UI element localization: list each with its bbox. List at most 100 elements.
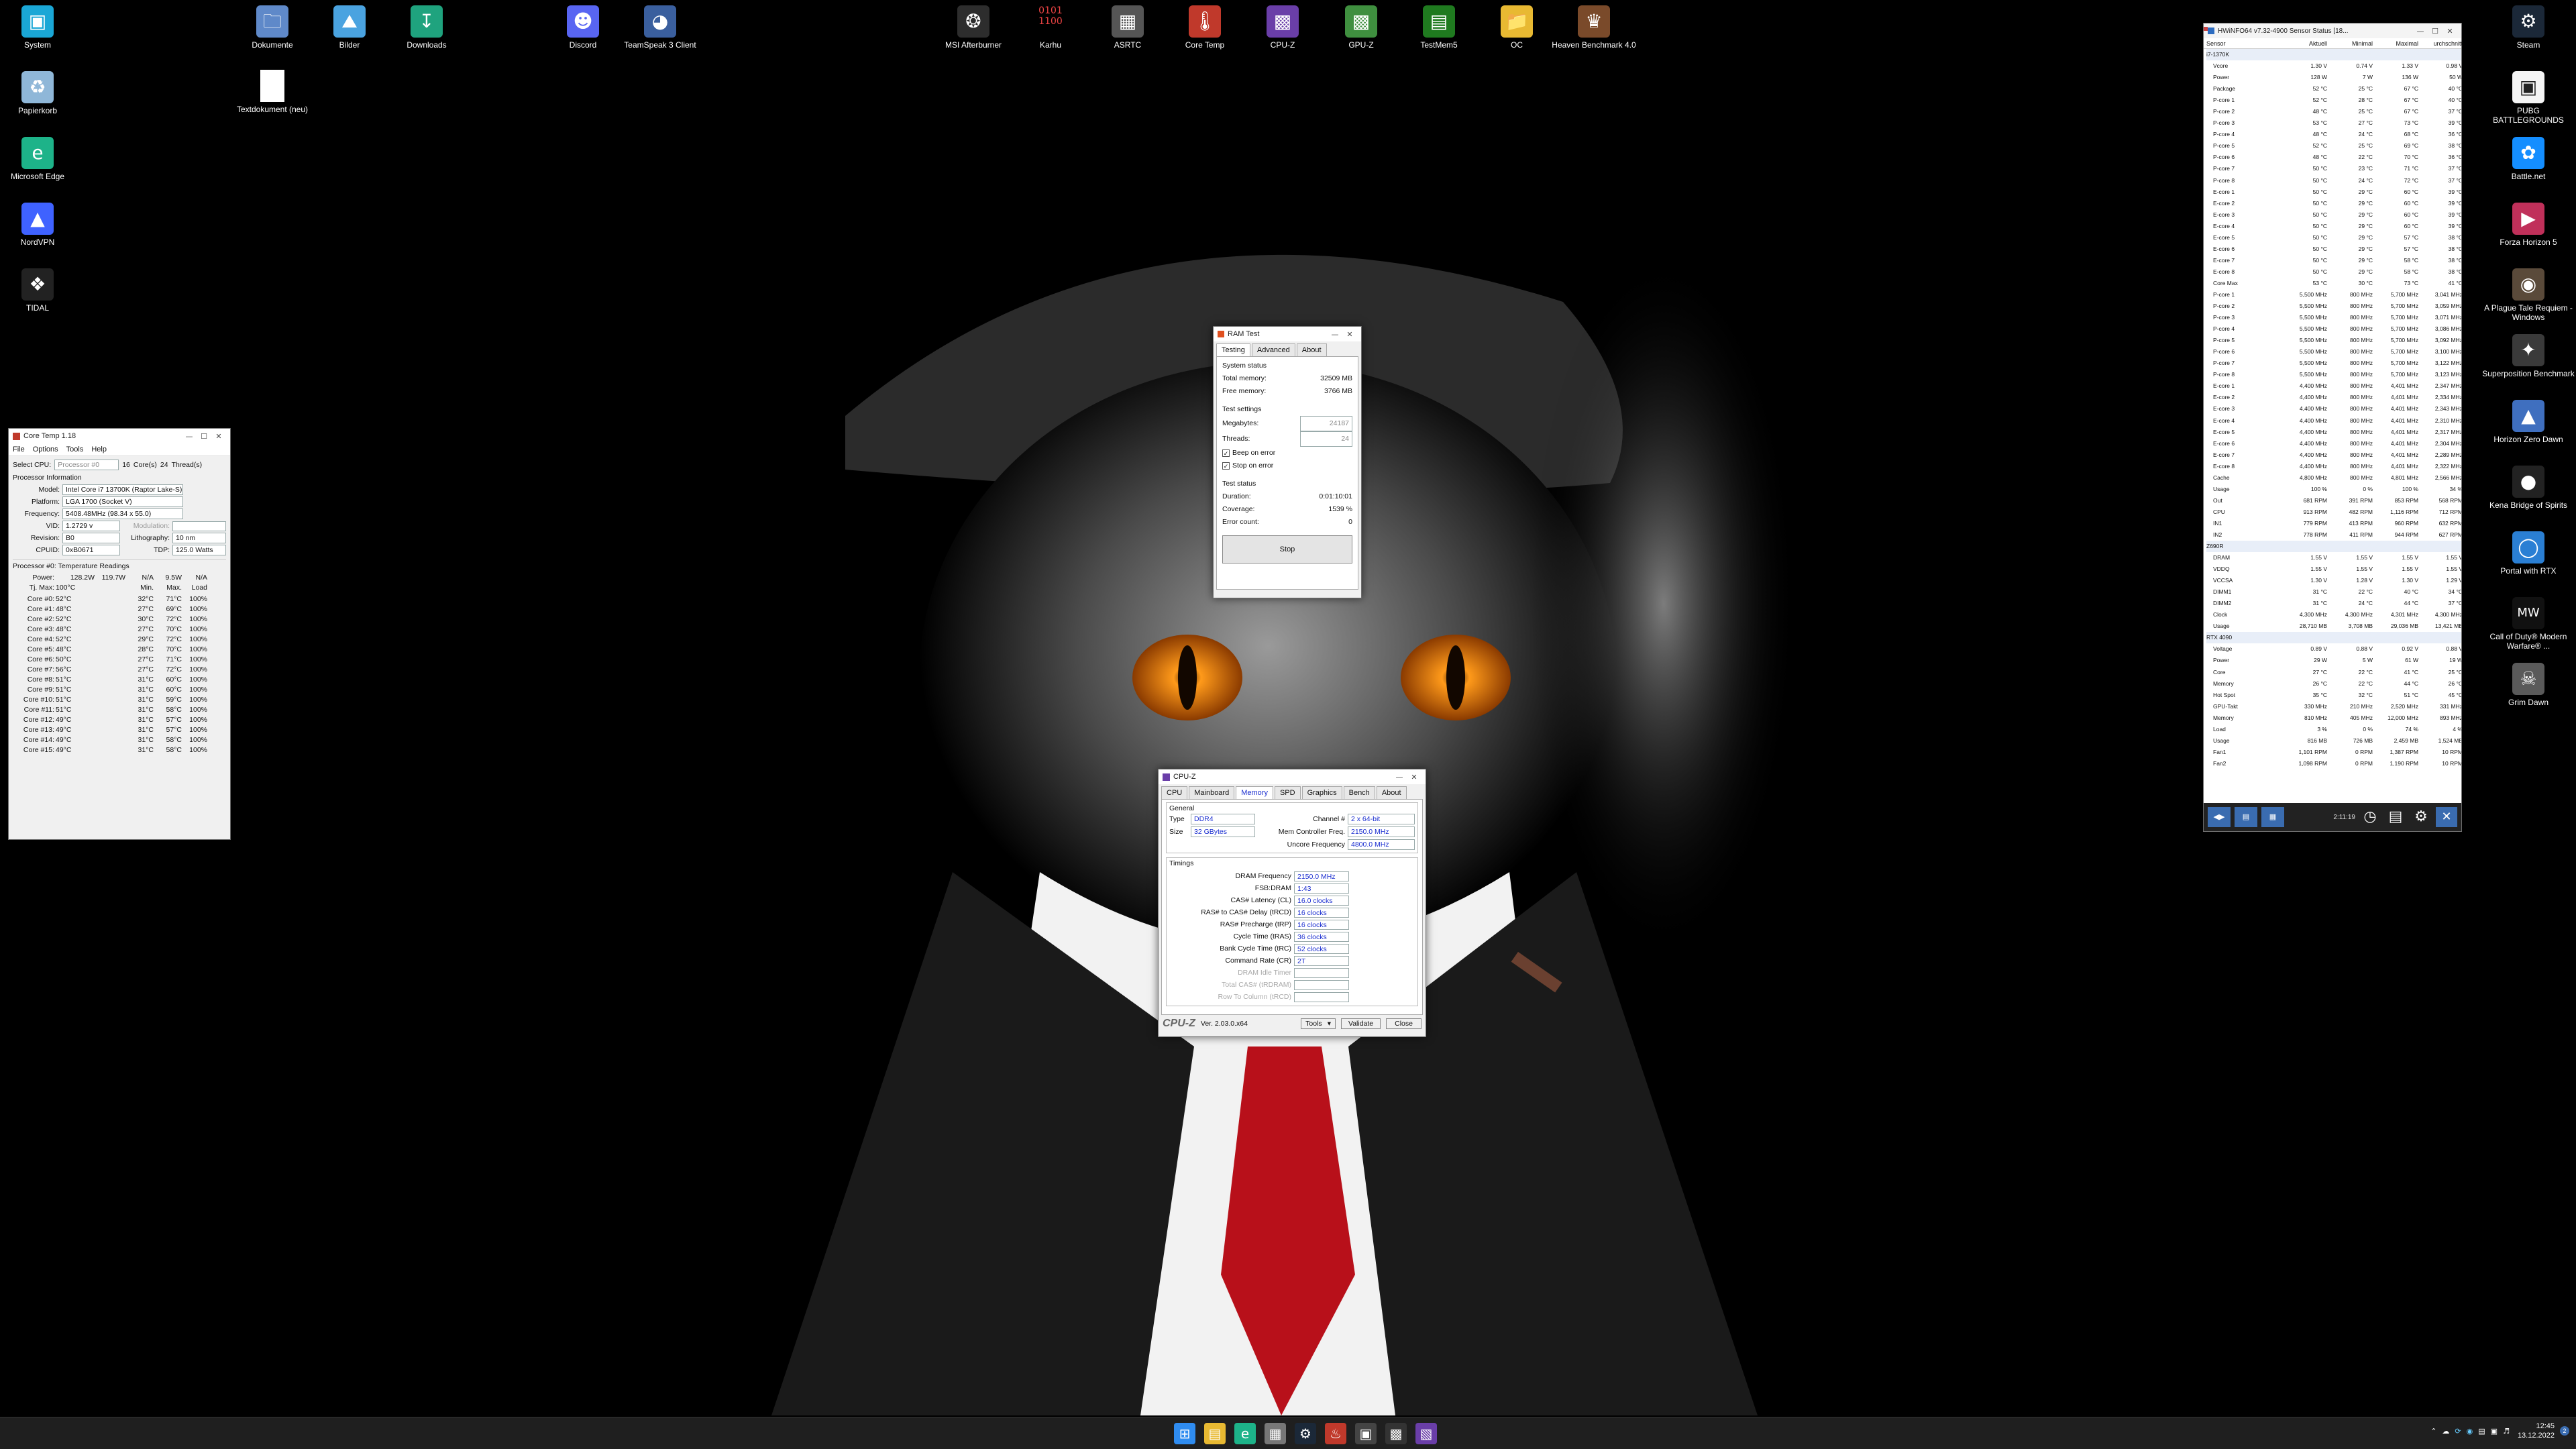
desktop-icon-textdokument[interactable]: Textdokument (neu) <box>225 70 319 114</box>
stop-on-error-checkbox[interactable]: ✓ <box>1222 462 1230 470</box>
sensor-row[interactable]: P-core 3 5,500 MHz 800 MHz 5,700 MHz 3,071 M… <box>2204 27 2461 323</box>
sensor-row[interactable]: P-core 8 5,500 MHz 800 MHz 5,700 MHz 3,123 M… <box>2204 27 2461 380</box>
sensor-row[interactable]: P-core 1 5,500 MHz 800 MHz 5,700 MHz 3,041 M… <box>2204 27 2461 301</box>
sensor-row[interactable]: E-core 2 4,400 MHz 800 MHz 4,401 MHz 2,334 M… <box>2204 27 2461 403</box>
sensor-row[interactable]: Usage 100 % 0 % 100 % 34 % <box>2204 27 2461 495</box>
tab-about[interactable]: About <box>1376 786 1407 799</box>
sensor-row[interactable]: Hot Spot 35 °C 32 °C 51 °C 45 °C <box>2204 27 2461 701</box>
explorer-icon[interactable]: ▤ <box>1204 1423 1226 1444</box>
layout-icon[interactable]: ▦ <box>2261 807 2284 827</box>
sensor-row[interactable]: P-core 7 5,500 MHz 800 MHz 5,700 MHz 3,122 M… <box>2204 27 2461 369</box>
sensor-row[interactable]: P-core 8 50 °C 24 °C 72 °C 37 °C <box>2204 27 2461 186</box>
report-icon[interactable]: ▤ <box>2385 807 2406 827</box>
close-icon[interactable]: ✕ <box>211 432 226 441</box>
menu-help[interactable]: Help <box>91 445 107 453</box>
sensor-row[interactable]: GPU-Takt 330 MHz 210 MHz 2,520 MHz 331 MHz <box>2204 27 2461 712</box>
select-cpu-dropdown[interactable]: Processor #0 <box>54 460 119 470</box>
tray-app-icon[interactable]: ◉ <box>2467 1427 2473 1436</box>
tab-mainboard[interactable]: Mainboard <box>1189 786 1235 799</box>
sensor-row[interactable]: Power 29 W 5 W 61 W 19 W <box>2204 27 2461 666</box>
core-temp-titlebar[interactable]: Core Temp 1.18 — ☐ ✕ <box>9 429 230 443</box>
sensor-row[interactable]: E-core 7 50 °C 29 °C 58 °C 38 °C <box>2204 27 2461 266</box>
sensor-row[interactable]: E-core 8 4,400 MHz 800 MHz 4,401 MHz 2,322 M… <box>2204 27 2461 472</box>
sensor-row[interactable]: E-core 1 50 °C 29 °C 60 °C 39 °C <box>2204 27 2461 198</box>
sensor-row[interactable]: E-core 6 50 °C 29 °C 57 °C 38 °C <box>2204 27 2461 255</box>
sensor-row[interactable]: IN2 778 RPM 411 RPM 944 RPM 627 RPM <box>2204 27 2461 541</box>
sensor-row[interactable]: DRAM 1.55 V 1.55 V 1.55 V 1.55 V <box>2204 27 2461 564</box>
sensor-group-header[interactable]: Z690R <box>2206 541 2461 553</box>
desktop-icon-portal[interactable]: ◯ Portal with RTX <box>2481 531 2575 576</box>
desktop-icon-pubg[interactable]: ▣ PUBG BATTLEGROUNDS <box>2481 71 2575 125</box>
network-icon[interactable]: ▣ <box>2491 1427 2498 1436</box>
chevron-up-icon[interactable]: ⌃ <box>2430 1427 2436 1436</box>
beep-on-error-checkbox[interactable]: ✓ <box>1222 449 1230 457</box>
sensor-row[interactable]: CPU 913 RPM 482 RPM 1,116 RPM 712 RPM <box>2204 27 2461 518</box>
tab-bench[interactable]: Bench <box>1343 786 1375 799</box>
sensor-group-header[interactable]: i7-1370K <box>2206 49 2461 61</box>
clock-icon[interactable]: ◷ <box>2359 807 2381 827</box>
sensor-row[interactable]: Out 681 RPM 391 RPM 853 RPM 568 RPM <box>2204 27 2461 506</box>
tab-memory[interactable]: Memory <box>1236 786 1273 799</box>
close-icon[interactable]: ✕ <box>2436 807 2457 827</box>
sensor-row[interactable]: P-core 7 50 °C 23 °C 71 °C 37 °C <box>2204 27 2461 174</box>
sensor-row[interactable]: Power 128 W 7 W 136 W 50 W <box>2204 27 2461 83</box>
sensor-row[interactable]: E-core 1 4,400 MHz 800 MHz 4,401 MHz 2,347 M… <box>2204 27 2461 392</box>
ramtest-titlebar[interactable]: RAM Test — ✕ <box>1214 327 1361 341</box>
close-icon[interactable]: ✕ <box>2443 27 2457 36</box>
close-icon[interactable]: ✕ <box>1342 330 1357 339</box>
close-button[interactable]: Close <box>1386 1018 1421 1029</box>
desktop-icon-recycle-bin[interactable]: ♻ Papierkorb <box>0 71 85 115</box>
hwinfo-icon[interactable]: ▣ <box>1355 1423 1377 1444</box>
desktop-icon-superposition[interactable]: ✦ Superposition Benchmark <box>2481 334 2575 378</box>
sensor-row[interactable]: Core Max 53 °C 30 °C 73 °C 41 °C <box>2204 27 2461 289</box>
sensor-row[interactable]: P-core 2 48 °C 25 °C 67 °C 37 °C <box>2204 27 2461 117</box>
store-icon[interactable]: ▦ <box>1265 1423 1286 1444</box>
nav-back-icon[interactable]: ◀▶ <box>2208 807 2231 827</box>
tab-testing[interactable]: Testing <box>1216 343 1250 356</box>
sensor-row[interactable]: Package 52 °C 25 °C 67 °C 40 °C <box>2204 27 2461 95</box>
edge-icon[interactable]: e <box>1234 1423 1256 1444</box>
sensor-row[interactable]: E-core 3 50 °C 29 °C 60 °C 39 °C <box>2204 27 2461 221</box>
desktop-icon-edge[interactable]: e Microsoft Edge <box>0 137 85 181</box>
sensor-row[interactable]: DIMM1 31 °C 22 °C 40 °C 34 °C <box>2204 27 2461 598</box>
sensor-row[interactable]: E-core 4 50 °C 29 °C 60 °C 39 °C <box>2204 27 2461 232</box>
security-icon[interactable]: ▤ <box>2478 1427 2485 1436</box>
sensor-row[interactable]: P-core 1 52 °C 28 °C 67 °C 40 °C <box>2204 27 2461 106</box>
tools-dropdown[interactable]: Tools ▾ <box>1301 1018 1336 1029</box>
sensor-row[interactable]: P-core 6 48 °C 22 °C 70 °C 36 °C <box>2204 27 2461 163</box>
megabytes-input[interactable]: 24187 <box>1300 416 1352 431</box>
desktop-icon-heaven-benchmark[interactable]: ♛ Heaven Benchmark 4.0 <box>1547 5 1641 50</box>
threads-input[interactable]: 24 <box>1300 431 1352 447</box>
minimize-icon[interactable]: — <box>1328 330 1342 339</box>
sensor-row[interactable]: Usage 816 MB 726 MB 2,459 MB 1,524 MB <box>2204 27 2461 747</box>
cpuz-titlebar[interactable]: CPU-Z — ✕ <box>1159 769 1426 784</box>
sensor-row[interactable]: Fan2 1,098 RPM 0 RPM 1,190 RPM 10 RPM <box>2204 27 2461 769</box>
tab-graphics[interactable]: Graphics <box>1301 786 1342 799</box>
sensor-row[interactable]: P-core 2 5,500 MHz 800 MHz 5,700 MHz 3,059 M… <box>2204 27 2461 312</box>
notification-icon[interactable]: 2 <box>2560 1426 2569 1436</box>
sensor-row[interactable]: E-core 3 4,400 MHz 800 MHz 4,401 MHz 2,343 M… <box>2204 27 2461 415</box>
tab-about[interactable]: About <box>1296 343 1327 356</box>
sensor-row[interactable]: P-core 3 53 °C 27 °C 73 °C 39 °C <box>2204 27 2461 129</box>
stop-button[interactable]: Stop <box>1222 535 1352 564</box>
sensor-group-header[interactable]: RTX 4090 <box>2206 632 2461 644</box>
desktop-icon-battlenet[interactable]: ✿ Battle.net <box>2481 137 2575 181</box>
sensor-row[interactable]: P-core 4 5,500 MHz 800 MHz 5,700 MHz 3,086 M… <box>2204 27 2461 335</box>
volume-icon[interactable]: ♬ <box>2503 1427 2510 1436</box>
hwinfo-titlebar[interactable]: HWiNFO64 v7.32-4900 Sensor Status [18...… <box>2204 23 2461 38</box>
windows-start-icon[interactable]: ⊞ <box>1174 1423 1195 1444</box>
clock[interactable]: 12:45 13.12.2022 <box>2518 1421 2555 1440</box>
desktop-icon-kena[interactable]: ● Kena Bridge of Spirits <box>2481 466 2575 510</box>
minimize-icon[interactable]: — <box>182 432 197 441</box>
sensor-row[interactable]: E-core 2 50 °C 29 °C 60 °C 39 °C <box>2204 27 2461 209</box>
maximize-icon[interactable]: ☐ <box>197 432 211 441</box>
desktop-icon-tidal[interactable]: ❖ TIDAL <box>0 268 85 313</box>
tray-app-icon[interactable]: ⟳ <box>2455 1427 2461 1436</box>
sensor-row[interactable]: E-core 7 4,400 MHz 800 MHz 4,401 MHz 2,289 M… <box>2204 27 2461 461</box>
sensor-row[interactable]: Clock 4,300 MHz 4,300 MHz 4,301 MHz 4,300 MH… <box>2204 27 2461 621</box>
tab-advanced[interactable]: Advanced <box>1251 343 1295 356</box>
cpuz-icon[interactable]: ▧ <box>1415 1423 1437 1444</box>
desktop-icon-nordvpn[interactable]: ▲ NordVPN <box>0 203 85 247</box>
validate-button[interactable]: Validate <box>1340 1018 1381 1029</box>
sensor-row[interactable]: IN1 779 RPM 413 RPM 960 RPM 632 RPM <box>2204 27 2461 529</box>
